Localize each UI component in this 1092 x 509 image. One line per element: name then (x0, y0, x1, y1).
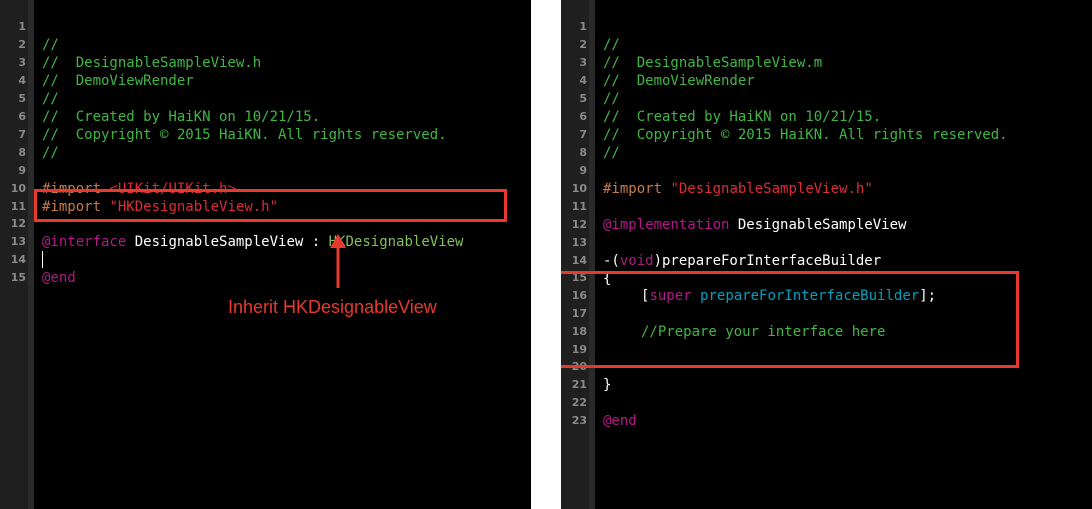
code-line[interactable]: 22 @end (561, 376, 1092, 429)
code-line[interactable]: 23 (561, 394, 1092, 427)
code-line[interactable]: 1 // (0, 0, 531, 53)
inherit-annotation: Inherit HKDesignableView (228, 297, 437, 317)
code-line[interactable]: 6 // Copyright © 2015 HaiKN. All rights … (0, 90, 531, 143)
code-line[interactable]: 11 @implementation DesignableSampleView (561, 180, 1092, 233)
code-line[interactable]: 8 (561, 126, 1092, 159)
interface-highlight-box (34, 189, 507, 222)
code-line[interactable]: 13 -(void)prepareForInterfaceBuilder (561, 216, 1092, 269)
code-line[interactable]: 4 // (561, 54, 1092, 107)
code-line[interactable]: 10 #import "HKDesignableView.h" (0, 162, 531, 215)
code-line[interactable]: 8 (0, 126, 531, 159)
implementation-file-editor[interactable]: 1 // 2 // DesignableSampleView.m 3 // De… (561, 0, 1092, 509)
code-line[interactable]: 15 [super prepareForInterfaceBuilder]; (561, 251, 1092, 304)
method-body-highlight-box (561, 271, 1019, 368)
line-number: 23 (571, 414, 587, 427)
code-line[interactable]: 5 // Created by HaiKN on 10/21/15. (561, 72, 1092, 125)
code-line[interactable]: 4 // (0, 54, 531, 107)
up-arrow-icon (330, 234, 346, 288)
code-line[interactable]: 5 // Created by HaiKN on 10/21/15. (0, 72, 531, 125)
code-line[interactable]: 2 // DesignableSampleView.h (0, 18, 531, 71)
code-line[interactable]: 9 #import "DesignableSampleView.h" (561, 144, 1092, 197)
code-line[interactable]: 3 // DemoViewRender (0, 36, 531, 89)
code-line[interactable]: 12 (561, 198, 1092, 231)
code-line[interactable]: 6 // Copyright © 2015 HaiKN. All rights … (561, 90, 1092, 143)
code-line[interactable]: 9 #import <UIKit/UIKit.h> (0, 144, 531, 197)
code-line[interactable]: 14 @end (0, 233, 531, 286)
code-line[interactable]: 15 (0, 251, 531, 284)
code-line[interactable]: 3 // DemoViewRender (561, 36, 1092, 89)
code-line[interactable]: 14 { (561, 234, 1092, 287)
code-line[interactable]: 7 // (0, 108, 531, 161)
code-line[interactable]: 1 // (561, 0, 1092, 53)
code-line[interactable]: 2 // DesignableSampleView.m (561, 18, 1092, 71)
code-line[interactable]: 7 // (561, 108, 1092, 161)
code-line[interactable]: 10 (561, 162, 1092, 195)
header-file-editor[interactable]: 1 // 2 // DesignableSampleView.h 3 // De… (0, 0, 531, 509)
line-number: 15 (10, 271, 26, 284)
text-cursor (42, 251, 43, 268)
